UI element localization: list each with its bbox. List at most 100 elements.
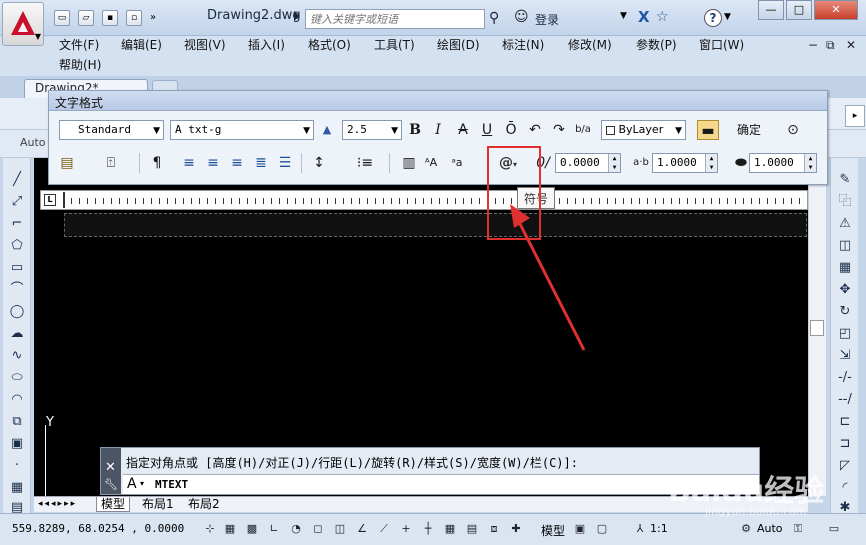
- fillet-icon[interactable]: ◜: [835, 478, 855, 498]
- copy-icon[interactable]: ⿻: [835, 192, 855, 212]
- menu-modify[interactable]: 修改(M): [568, 36, 612, 53]
- mtext-justify-icon[interactable]: ⍐: [101, 153, 121, 173]
- login-button[interactable]: 登录: [535, 11, 559, 28]
- menu-edit[interactable]: 编辑(E): [121, 36, 162, 53]
- coordinate-readout[interactable]: 559.8289, 68.0254 , 0.0000: [12, 522, 184, 535]
- user-icon[interactable]: ☺: [514, 9, 529, 25]
- save-icon[interactable]: ▪: [102, 10, 118, 26]
- menu-draw[interactable]: 绘图(D): [437, 36, 480, 53]
- stretch-icon[interactable]: ⇲: [835, 346, 855, 366]
- quick-properties-icon[interactable]: ▤: [464, 520, 480, 538]
- spin-down-icon[interactable]: ▼: [705, 163, 717, 172]
- spin-up-icon[interactable]: ▲: [608, 154, 620, 163]
- distribute-icon[interactable]: ☰: [275, 153, 295, 173]
- insert-block-icon[interactable]: ⧉: [7, 412, 27, 432]
- menu-parametric[interactable]: 参数(P): [636, 36, 677, 53]
- menu-file[interactable]: 文件(F): [59, 36, 99, 53]
- menu-insert[interactable]: 插入(I): [248, 36, 285, 53]
- line-spacing-icon[interactable]: ↕: [309, 153, 329, 173]
- offset-icon[interactable]: ◫: [835, 236, 855, 256]
- spin-up-icon[interactable]: ▲: [705, 154, 717, 163]
- doc-close-button[interactable]: ✕: [846, 38, 856, 52]
- chevron-down-icon[interactable]: ▼: [620, 11, 627, 21]
- layout-nav-arrows[interactable]: ◂◂◂▸▸▸: [38, 499, 77, 509]
- annotative-icon[interactable]: ▲: [317, 120, 337, 140]
- wrench-icon[interactable]: 🔧︎: [104, 478, 118, 491]
- point-icon[interactable]: ·: [7, 456, 27, 476]
- tab-layout2[interactable]: 布局2: [184, 497, 224, 512]
- color-select[interactable]: ByLayer ▼: [601, 120, 686, 140]
- new-file-icon[interactable]: ▭: [54, 10, 70, 26]
- paragraph-icon[interactable]: ¶: [147, 153, 167, 173]
- ortho-icon[interactable]: ∟: [266, 520, 282, 538]
- close-icon[interactable]: ✕: [105, 460, 116, 475]
- tab-layout1[interactable]: 布局1: [138, 497, 178, 512]
- open-file-icon[interactable]: ▱: [78, 10, 94, 26]
- clean-screen-icon[interactable]: ▭: [826, 520, 842, 538]
- text-style-select[interactable]: Standard ▼: [59, 120, 164, 140]
- width-factor-input[interactable]: 1.0000 ▲ ▼: [749, 153, 817, 173]
- menu-dimension[interactable]: 标注(N): [502, 36, 544, 53]
- search-input[interactable]: 键入关键字或短语: [305, 9, 485, 29]
- indent-marker[interactable]: [63, 192, 69, 208]
- erase-icon[interactable]: ✎: [835, 170, 855, 190]
- line-icon[interactable]: ╱: [7, 170, 27, 190]
- trim-icon[interactable]: -/-: [835, 368, 855, 388]
- polyline-icon[interactable]: ⌐: [7, 214, 27, 234]
- exchange-icon[interactable]: X: [638, 8, 650, 26]
- annotation-scale[interactable]: 1:1: [650, 522, 668, 535]
- hatch-icon[interactable]: ▦: [7, 478, 27, 498]
- text-format-title[interactable]: 文字格式: [49, 91, 827, 111]
- revcloud-icon[interactable]: ☁: [7, 324, 27, 344]
- workspace-label[interactable]: Auto: [20, 136, 46, 149]
- arc-icon[interactable]: ⌒: [7, 280, 27, 300]
- lineweight-icon[interactable]: ┼: [420, 520, 436, 538]
- ducs-icon[interactable]: ⟋: [376, 520, 392, 538]
- mtext-editor[interactable]: [64, 213, 807, 237]
- menu-help[interactable]: 帮助(H): [59, 56, 101, 73]
- stack-button[interactable]: b/a: [573, 120, 593, 140]
- menu-window[interactable]: 窗口(W): [699, 36, 744, 53]
- command-input[interactable]: A ▾ MTEXT: [123, 474, 759, 494]
- undo-button[interactable]: ↶: [525, 120, 545, 140]
- star-icon[interactable]: ☆: [656, 9, 669, 25]
- ellipse-arc-icon[interactable]: ◠: [7, 390, 27, 410]
- polygon-icon[interactable]: ⬠: [7, 236, 27, 256]
- array-icon[interactable]: ▦: [835, 258, 855, 278]
- numbering-icon[interactable]: ⁝≡: [355, 153, 375, 173]
- app-logo-button[interactable]: ▼: [2, 2, 44, 46]
- rectangle-icon[interactable]: ▭: [7, 258, 27, 278]
- snap-icon[interactable]: ▦: [222, 520, 238, 538]
- command-grip[interactable]: ✕ 🔧︎: [101, 448, 121, 494]
- doc-restore-button[interactable]: ⧉: [826, 38, 835, 53]
- minimize-button[interactable]: —: [758, 0, 784, 20]
- spin-down-icon[interactable]: ▼: [804, 163, 816, 172]
- infer-constraints-icon[interactable]: ⊹: [202, 520, 218, 538]
- help-icon[interactable]: ?: [704, 9, 722, 27]
- binoculars-icon[interactable]: ⚲: [489, 10, 499, 26]
- spin-up-icon[interactable]: ▲: [804, 154, 816, 163]
- construction-line-icon[interactable]: ⤢: [7, 192, 27, 212]
- spline-icon[interactable]: ∿: [7, 346, 27, 366]
- menu-tools[interactable]: 工具(T): [374, 36, 415, 53]
- annotation-monitor-icon[interactable]: ✚: [508, 520, 524, 538]
- workspace-gear-icon[interactable]: ⚙: [738, 520, 754, 538]
- dyn-icon[interactable]: +: [398, 520, 414, 538]
- tab-model[interactable]: 模型: [96, 497, 131, 512]
- make-block-icon[interactable]: ▣: [7, 434, 27, 454]
- save-as-icon[interactable]: ▫: [126, 10, 142, 26]
- polar-icon[interactable]: ◔: [288, 520, 304, 538]
- tab-stop-icon[interactable]: L: [44, 194, 56, 206]
- strikethrough-button[interactable]: A: [453, 120, 473, 140]
- justify-icon[interactable]: ≣: [251, 153, 271, 173]
- menu-view[interactable]: 视图(V): [184, 36, 226, 53]
- extend-icon[interactable]: --/: [835, 390, 855, 410]
- circle-icon[interactable]: ◯: [7, 302, 27, 322]
- bold-button[interactable]: B: [405, 120, 425, 140]
- annotation-scale-icon[interactable]: ⅄: [632, 520, 648, 538]
- otrack-icon[interactable]: ∠: [354, 520, 370, 538]
- 3d-osnap-icon[interactable]: ◫: [332, 520, 348, 538]
- rotate-icon[interactable]: ↻: [835, 302, 855, 322]
- toolbar-overflow-button[interactable]: ▸: [845, 105, 865, 127]
- menu-format[interactable]: 格式(O): [308, 36, 351, 53]
